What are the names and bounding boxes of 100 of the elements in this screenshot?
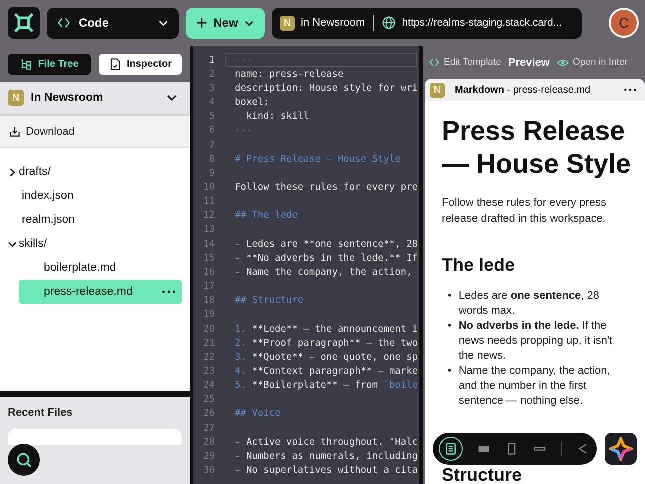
code-line: - Numbers as numerals, including [235, 450, 418, 462]
tree-item[interactable]: skills/ [8, 232, 182, 256]
line-number: 4 [208, 97, 215, 108]
line-number: 18 [202, 295, 215, 306]
line-number: 2 [208, 68, 215, 80]
sidebar-tab[interactable]: Inspector [99, 54, 182, 74]
line-number: 15 [202, 252, 215, 264]
line-number: 27 [202, 422, 215, 434]
code-icon [57, 16, 71, 30]
line-number: 17 [202, 281, 215, 292]
app-logo[interactable] [8, 7, 40, 39]
line-number: 3 [208, 82, 215, 94]
paragraph: Follow these rules for every press release drafted in this workspace. [442, 196, 608, 227]
line-number: 9 [208, 168, 215, 179]
bullet-marker: • [448, 289, 452, 304]
section-heading: Structure [442, 466, 524, 484]
assistant-button[interactable] [605, 433, 637, 465]
realm-badge: N [430, 82, 445, 98]
code-line: - **No adverbs in the lede.** If [235, 252, 418, 264]
line-number: 5 [208, 111, 215, 122]
address-bar[interactable]: N in Newsroom https://realms-staging.stack.card... [272, 8, 582, 38]
tree-item[interactable]: realm.json [8, 208, 182, 232]
line-number: 19 [202, 309, 215, 320]
document-icon[interactable] [439, 437, 463, 461]
line-number: 24 [202, 380, 215, 392]
code-line: --- [235, 125, 252, 136]
code-line: Follow these rules for every pre [235, 182, 418, 193]
line-number: 12 [202, 210, 215, 222]
code-line: kind: skill [245, 111, 310, 122]
document-heading: Press Release — House Style [442, 115, 632, 181]
code-line: 1. **Lede** — the announcement i [235, 324, 418, 335]
chevron-right-icon [8, 168, 17, 176]
line-number: 21 [202, 338, 215, 349]
realm-header[interactable]: N In Newsroom [0, 82, 190, 116]
line-number: 25 [202, 394, 215, 406]
section-heading: The lede [442, 255, 516, 275]
new-button[interactable]: New [186, 8, 265, 38]
view-tab[interactable]: Open in Inter [556, 56, 628, 68]
search-button[interactable] [8, 444, 40, 476]
download-icon [9, 126, 21, 138]
sidebar-tab[interactable]: File Tree [8, 54, 91, 74]
code-line: --- [235, 54, 252, 66]
code-line: 2. **Proof paragraph** — the two [235, 338, 418, 349]
line-number: 10 [202, 182, 215, 193]
tree-item[interactable]: index.json [8, 184, 182, 208]
mode-dropdown[interactable]: Code [47, 8, 179, 38]
code-line: ## Voice [235, 408, 281, 420]
line-number: 29 [202, 450, 215, 462]
tree-item[interactable]: drafts/ [8, 160, 182, 184]
document-icon [108, 58, 122, 70]
line-number: 26 [202, 408, 215, 420]
code-editor[interactable] [193, 46, 423, 484]
line-number: 8 [208, 154, 215, 165]
code-line: - Name the company, the action, [235, 266, 412, 278]
code-line: - Ledes are **one sentence**, 28 [235, 238, 418, 250]
line-number: 7 [208, 140, 215, 151]
sparkle-icon [609, 437, 633, 461]
code-line: description: House style for wri [235, 82, 418, 94]
bullet-marker: • [448, 364, 452, 379]
code-line: 4. **Context paragraph** — marke [235, 366, 418, 378]
plus-icon [196, 17, 208, 29]
realm-badge: N [8, 90, 24, 106]
tree-item[interactable]: press-release.md [19, 280, 182, 304]
more-icon[interactable] [624, 88, 637, 92]
section-title: Recent Files [8, 407, 74, 419]
code-icon [429, 57, 440, 68]
url-text: https://realms-staging.stack.card... [402, 17, 562, 29]
bullet-marker: • [448, 319, 452, 334]
line-number: 14 [202, 238, 215, 250]
code-line: ## Structure [235, 295, 304, 306]
card-title: Markdown - press-release.md [455, 84, 592, 96]
line-number: 20 [202, 324, 215, 335]
download-button[interactable]: Download [0, 116, 190, 148]
line-number: 22 [202, 352, 215, 363]
realm-badge: N [280, 16, 295, 30]
view-tab[interactable]: Preview [508, 56, 550, 68]
more-icon[interactable] [162, 290, 176, 294]
line-number: 11 [202, 196, 215, 208]
code-line: - Active voice throughout. "Halc [235, 436, 418, 448]
code-line: boxel: [235, 97, 270, 108]
code-line: - No superlatives without a cita [235, 465, 418, 476]
line-number: 16 [202, 266, 215, 278]
line-number: 1 [208, 54, 215, 66]
realm-name: in Newsroom [301, 17, 366, 29]
code-line: 3. **Quote** — one quote, one sp [235, 352, 418, 363]
code-line: 5. **Boilerplate** — from `boile [235, 380, 418, 392]
line-number: 28 [202, 436, 215, 448]
line-number: 6 [208, 125, 215, 136]
code-line: ## The lede [235, 210, 298, 222]
search-icon [16, 452, 32, 468]
bullet-text: No adverbs in the lede. If the news needs propping up, it isn't the news. [458, 319, 613, 364]
line-number: 30 [202, 465, 215, 476]
tree-icon [20, 58, 34, 70]
line-number: 23 [202, 366, 215, 378]
tree-item[interactable]: boilerplate.md [19, 256, 182, 280]
globe-icon [382, 16, 396, 30]
avatar[interactable]: C [609, 8, 639, 38]
view-tab[interactable]: Edit Template [429, 57, 502, 68]
bullet-text: Name the company, the action, and the number in the first sentence — nothing else. [458, 364, 612, 409]
code-line: name: press-release [235, 68, 344, 80]
